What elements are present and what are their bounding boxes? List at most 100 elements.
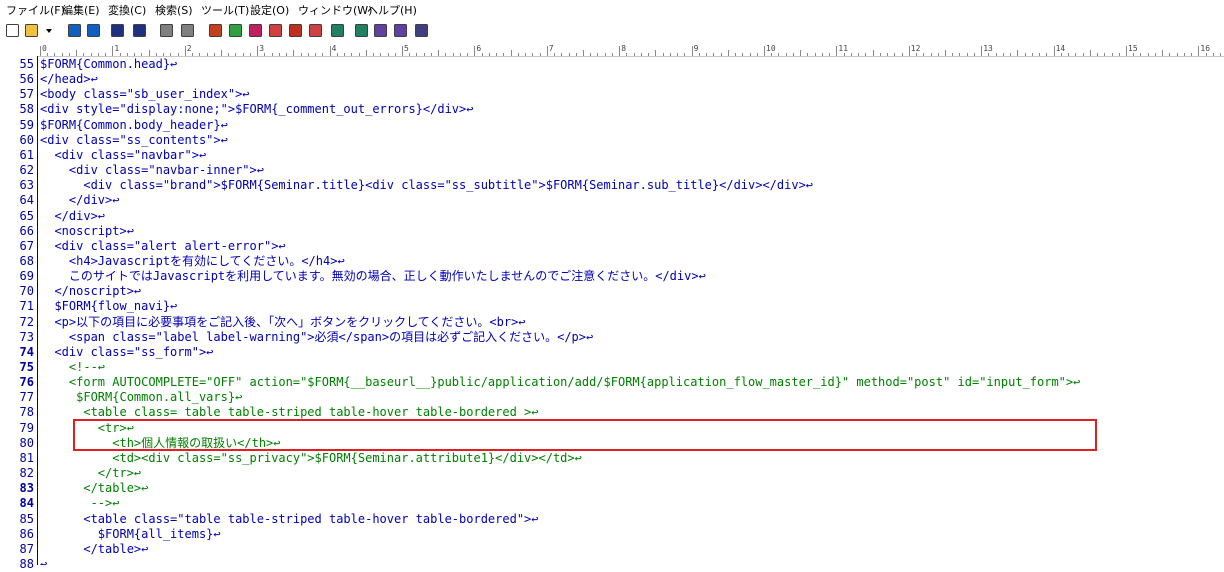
code-line[interactable]: $FORM{Common.head}↩ (40, 57, 177, 72)
code-line[interactable]: $FORM{flow_navi}↩ (40, 299, 177, 314)
menu-bar: ファイル(F) 編集(E) 変換(C) 検索(S) ツール(T) 設定(O) ウィンドウ(W… (0, 0, 1224, 19)
open-file-icon[interactable] (24, 23, 39, 38)
code-line[interactable]: <form AUTOCOMPLETE="OFF" action="$FORM{_… (40, 375, 1080, 390)
line-number: 61 (19, 147, 34, 162)
line-number-gutter: 55 56 57 58 59 60 61 62 63 64 65 66 67 68 69 70 71 72 73 74… (0, 56, 37, 571)
line-number: 66 (19, 223, 34, 238)
grep-icon[interactable] (288, 23, 303, 38)
ruler-number: 13 (983, 44, 993, 53)
find-next-icon[interactable] (228, 23, 243, 38)
ruler-number: 2 (186, 44, 192, 53)
ruler-tick (546, 46, 548, 56)
code-line[interactable]: ↩ (40, 557, 47, 565)
menu-item-1[interactable]: 編集(E) (62, 2, 100, 18)
menu-item-5[interactable]: 設定(O) (250, 2, 289, 18)
menu-item-0[interactable]: ファイル(F) (6, 2, 65, 18)
code-line[interactable]: $FORM{Common.all_vars}↩ (40, 390, 242, 405)
new-file-icon[interactable] (5, 23, 20, 38)
ruler-tick (40, 46, 41, 56)
ruler-number: 11 (838, 44, 849, 53)
ruler-tick (691, 46, 693, 56)
ruler-number: 14 (1055, 44, 1066, 53)
code-line[interactable]: </table>↩ (40, 481, 148, 496)
menu-item-7[interactable]: ヘルプ(H) (367, 2, 417, 18)
line-number: 56 (19, 72, 34, 87)
toolbar (0, 19, 1224, 44)
ruler-number: 12 (910, 44, 921, 53)
line-number: 60 (19, 132, 34, 147)
code-line[interactable]: <h4>Javascriptを有効にしてください。</h4>↩ (40, 254, 345, 269)
code-line[interactable]: </div>↩ (40, 193, 120, 208)
line-number: 70 (19, 284, 34, 299)
save-all-icon[interactable] (86, 23, 101, 38)
dropdown-arrow-icon[interactable] (45, 23, 53, 38)
ruler-tick (184, 46, 186, 56)
tag-jump-icon[interactable] (330, 23, 345, 38)
ruler-tick (1198, 46, 1200, 56)
replace-icon[interactable] (268, 23, 283, 38)
menu-item-6[interactable]: ウィンドウ(W) (298, 2, 372, 18)
ruler-tick (764, 46, 765, 56)
code-line[interactable]: <div class="alert alert-error">↩ (40, 239, 285, 254)
code-line[interactable]: <td><div class="ss_privacy">$FORM{Semina… (40, 451, 582, 466)
code-line[interactable]: <body class="sb_user_index">↩ (40, 87, 250, 102)
code-line[interactable]: <span class="label label-warning">必須</sp… (40, 330, 593, 345)
code-line[interactable]: <div class="navbar">↩ (40, 148, 206, 163)
line-number: 75 (19, 360, 34, 374)
find-icon[interactable] (208, 23, 223, 38)
code-line[interactable]: <table class="table table-striped table-… (40, 512, 538, 527)
code-line[interactable]: $FORM{all_items}↩ (40, 527, 221, 542)
ruler-number: 9 (693, 44, 699, 53)
line-number: 87 (19, 541, 34, 556)
ruler-tick (836, 46, 838, 56)
code-line[interactable]: <div class="brand">$FORM{Seminar.title}<… (40, 178, 813, 193)
outline-icon[interactable] (373, 23, 388, 38)
code-line[interactable]: </noscript>↩ (40, 284, 141, 299)
menu-item-3[interactable]: 検索(S) (155, 2, 193, 18)
line-number: 81 (19, 450, 34, 465)
code-line[interactable]: </head>↩ (40, 72, 98, 87)
code-line[interactable]: </tr>↩ (40, 466, 141, 481)
compare-icon[interactable] (354, 23, 369, 38)
code-line[interactable]: <div class="ss_form">↩ (40, 345, 213, 360)
line-number: 55 (19, 57, 34, 71)
editor-pane[interactable]: 0 1 2 3 4 5 6 7 8 9 10 11 12 13 14 15 16 55 56 57 58 59 60 61 6… (0, 44, 1224, 571)
red-highlight-box (73, 419, 1097, 451)
ruler-number: 5 (404, 44, 409, 53)
code-line[interactable]: $FORM{Common.body_header}↩ (40, 118, 228, 133)
code-line[interactable]: このサイトではJavascriptを利用しています。無効の場合、正しく動作いたし… (40, 269, 706, 284)
find-prev-icon[interactable] (248, 23, 263, 38)
menu-item-4[interactable]: ツール(T) (201, 2, 249, 18)
code-area[interactable]: $FORM{Common.head}↩ </head>↩ <body class="… (40, 56, 1224, 565)
line-number: 57 (19, 87, 34, 102)
code-line[interactable]: <div class="ss_contents">↩ (40, 133, 228, 148)
settings-icon[interactable] (414, 23, 429, 38)
line-number: 62 (19, 163, 34, 178)
line-number: 82 (19, 466, 34, 481)
line-number: 77 (19, 390, 34, 405)
gutter-divider (37, 56, 38, 565)
save-icon[interactable] (67, 23, 82, 38)
line-number: 73 (19, 329, 34, 344)
code-line[interactable]: <noscript>↩ (40, 224, 133, 239)
code-line[interactable]: <!--↩ (40, 360, 105, 375)
ruler-number: 1 (114, 44, 120, 53)
bookmark-icon[interactable] (308, 23, 323, 38)
ruler-tick (981, 46, 983, 56)
line-number: 69 (19, 269, 34, 284)
line-number: 88 (19, 556, 34, 571)
code-line[interactable]: <p>以下の項目に必要事項をご記入後、「次へ」ボタンをクリックしてください。<b… (40, 315, 525, 330)
ruler-number: 10 (766, 44, 776, 53)
undo-icon[interactable] (110, 23, 125, 38)
code-line[interactable]: <div style="display:none;">$FORM{_commen… (40, 102, 473, 117)
code-line[interactable]: <div class="navbar-inner">↩ (40, 163, 264, 178)
code-line[interactable]: -->↩ (40, 496, 120, 511)
menu-item-2[interactable]: 変換(C) (108, 2, 146, 18)
macro-icon[interactable] (393, 23, 408, 38)
redo-icon[interactable] (132, 23, 147, 38)
indent-right-icon[interactable] (180, 23, 195, 38)
indent-left-icon[interactable] (159, 23, 174, 38)
ruler-number: 4 (331, 44, 337, 53)
code-line[interactable]: </table>↩ (40, 542, 148, 557)
code-line[interactable]: </div>↩ (40, 209, 105, 224)
